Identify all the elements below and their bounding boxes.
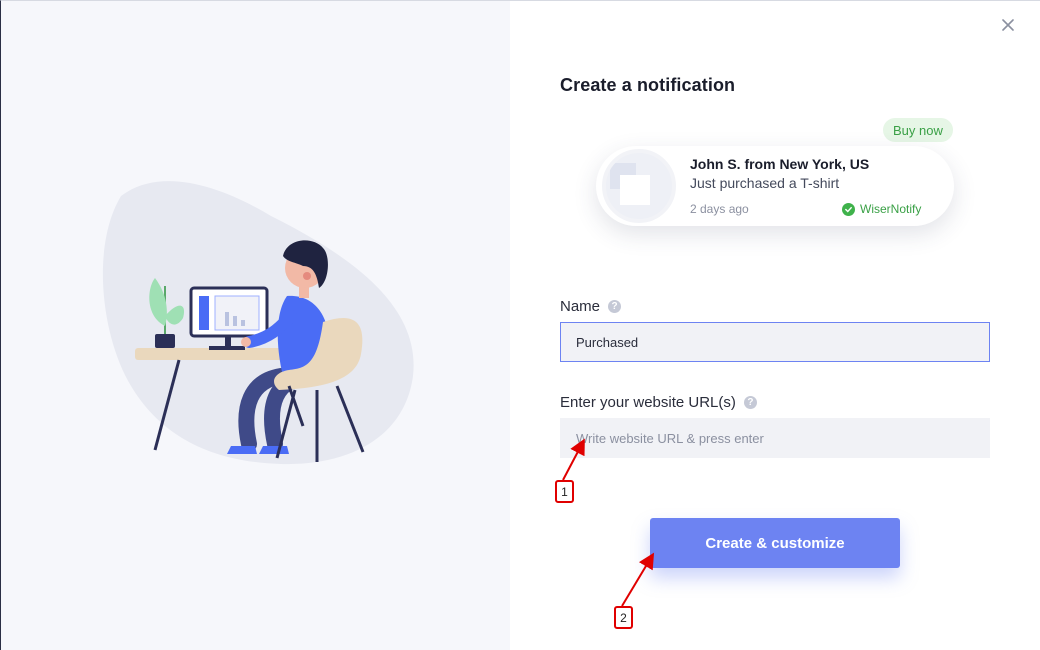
url-field-label: Enter your website URL(s) ? xyxy=(560,394,757,411)
buy-now-badge: Buy now xyxy=(883,118,953,142)
notification-time: 2 days ago xyxy=(690,202,749,216)
notification-preview-card: John S. from New York, US Just purchased… xyxy=(596,146,954,226)
product-image-placeholder xyxy=(602,149,676,223)
notification-name: John S. from New York, US xyxy=(690,156,870,172)
close-button[interactable] xyxy=(998,15,1018,35)
create-customize-button[interactable]: Create & customize xyxy=(650,518,900,568)
annotation-marker-1: 1 xyxy=(555,480,574,503)
help-icon[interactable]: ? xyxy=(608,300,622,313)
image-placeholder-icon xyxy=(610,163,650,205)
website-url-input[interactable] xyxy=(560,418,990,458)
check-circle-icon xyxy=(842,202,855,216)
name-field-label: Name ? xyxy=(560,298,622,315)
annotation-marker-2: 2 xyxy=(614,606,633,629)
dialog-title: Create a notification xyxy=(560,75,736,95)
illustration-panel xyxy=(0,0,510,650)
desk-worker-illustration xyxy=(102,181,414,465)
url-label-text: Enter your website URL(s) xyxy=(560,394,736,411)
close-icon xyxy=(1002,19,1014,31)
name-label-text: Name xyxy=(560,298,601,315)
name-input[interactable] xyxy=(560,322,990,362)
brand-name: WiserNotify xyxy=(860,202,922,216)
form-panel: Create a notification Buy now John S. fr… xyxy=(510,0,1040,650)
help-icon[interactable]: ? xyxy=(743,396,757,409)
notification-action: Just purchased a T-shirt xyxy=(690,175,840,191)
brand-label: WiserNotify xyxy=(842,202,921,216)
